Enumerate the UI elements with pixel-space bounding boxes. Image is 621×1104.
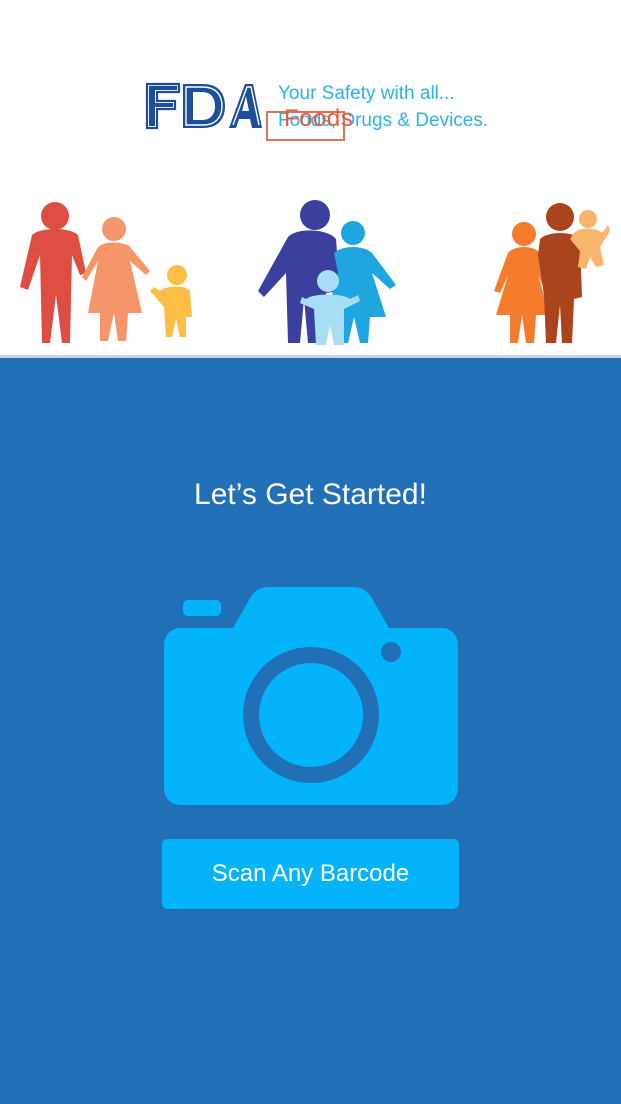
animated-word: Foods (284, 105, 354, 132)
scan-barcode-button[interactable]: Scan Any Barcode (162, 839, 459, 909)
header: Your Safety with all... Foods, Drugs & D… (0, 0, 621, 357)
get-started-panel: Let’s Get Started! Scan Any Barcode (0, 358, 621, 1104)
fda-logo (145, 82, 262, 130)
tagline-line-1: Your Safety with all... (278, 83, 455, 104)
family-right-figures (494, 203, 610, 343)
family-left-figures (20, 202, 192, 343)
family-illustrations (20, 200, 610, 345)
family-middle-figures (258, 200, 396, 345)
camera-icon[interactable] (163, 586, 459, 808)
fda-branding: Your Safety with all... Foods, Drugs & D… (145, 80, 505, 150)
page-title: Let’s Get Started! (194, 478, 427, 511)
